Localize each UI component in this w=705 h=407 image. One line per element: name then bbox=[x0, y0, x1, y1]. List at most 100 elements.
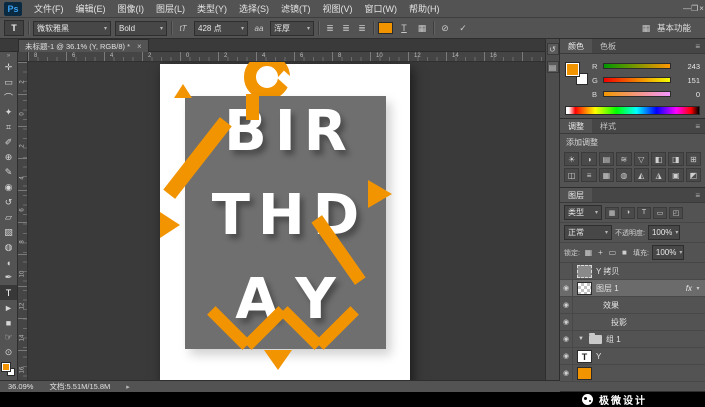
marquee-tool[interactable]: ▭ bbox=[0, 75, 18, 90]
layer-row[interactable]: Y 拷贝 bbox=[560, 263, 705, 280]
visibility-toggle[interactable]: ◉ bbox=[560, 331, 573, 347]
text-color-swatch[interactable] bbox=[378, 22, 393, 34]
collapse-toolbar-icon[interactable]: » bbox=[7, 52, 10, 60]
panel-menu-icon[interactable]: ≡ bbox=[695, 39, 705, 53]
crop-tool[interactable]: ⌗ bbox=[0, 120, 18, 135]
channel-value[interactable]: 243 bbox=[680, 62, 700, 71]
move-tool[interactable]: ✛ bbox=[0, 60, 18, 75]
foreground-background-swatches[interactable] bbox=[2, 363, 15, 376]
close-tab-icon[interactable]: × bbox=[137, 42, 142, 51]
history-panel-icon[interactable]: ↺ bbox=[547, 43, 559, 55]
status-arrow-icon[interactable]: ▸ bbox=[126, 383, 130, 391]
layer-filter-select[interactable]: 类型 ▾ bbox=[564, 205, 602, 220]
zoom-level[interactable]: 36.09% bbox=[8, 382, 33, 391]
panel-menu-icon[interactable]: ≡ bbox=[695, 188, 705, 202]
artboard-page[interactable]: BIR THD AY bbox=[160, 64, 410, 380]
layer-row[interactable]: ◉ 图层 1 fx ▾ bbox=[560, 280, 705, 297]
blur-tool[interactable]: ◍ bbox=[0, 240, 18, 255]
layer-thumbnail[interactable] bbox=[577, 265, 592, 278]
maximize-button[interactable]: ❐ bbox=[691, 0, 698, 18]
adjustment-icon[interactable]: ▽ bbox=[634, 152, 649, 166]
path-select-tool[interactable]: ► bbox=[0, 300, 18, 315]
layer-filter-icon[interactable]: ◑ bbox=[621, 207, 635, 219]
adjustment-icon[interactable]: ◧ bbox=[651, 152, 666, 166]
eyedropper-tool[interactable]: ✐ bbox=[0, 135, 18, 150]
type-tool[interactable]: T bbox=[0, 285, 18, 300]
lock-icon[interactable]: ▭ bbox=[607, 247, 618, 258]
eraser-tool[interactable]: ▱ bbox=[0, 210, 18, 225]
menu-item[interactable]: 选择(S) bbox=[233, 0, 275, 18]
adjustment-icon[interactable]: ▦ bbox=[599, 168, 614, 182]
channel-slider[interactable] bbox=[603, 63, 671, 69]
expand-group-icon[interactable]: ▼ bbox=[577, 336, 585, 342]
vertical-ruler[interactable]: 20246810121416 bbox=[18, 62, 28, 380]
adjustment-icon[interactable]: ▣ bbox=[668, 168, 683, 182]
align-right-icon[interactable]: ≣ bbox=[355, 23, 369, 34]
warp-text-icon[interactable]: T bbox=[397, 23, 411, 33]
adjustment-icon[interactable]: ◮ bbox=[651, 168, 666, 182]
canvas-area[interactable]: BIR THD AY bbox=[28, 62, 545, 380]
layer-filter-icon[interactable]: ▭ bbox=[653, 207, 667, 219]
foreground-color-swatch[interactable] bbox=[566, 63, 579, 76]
anti-alias-select[interactable]: 浑厚 ▾ bbox=[270, 21, 314, 36]
pen-tool[interactable]: ✒ bbox=[0, 270, 18, 285]
menu-item[interactable]: 编辑(E) bbox=[70, 0, 112, 18]
zoom-tool[interactable]: ⊙ bbox=[0, 345, 18, 360]
properties-panel-icon[interactable]: ▤ bbox=[547, 61, 559, 73]
adjustment-icon[interactable]: ≋ bbox=[616, 152, 631, 166]
adjustment-icon[interactable]: ◑ bbox=[581, 152, 596, 166]
visibility-toggle[interactable]: ◉ bbox=[560, 314, 573, 330]
lock-icon[interactable]: ■ bbox=[619, 247, 630, 258]
adjustment-icon[interactable]: ▤ bbox=[599, 152, 614, 166]
align-left-icon[interactable]: ≣ bbox=[323, 23, 337, 34]
foreground-color-swatch[interactable] bbox=[2, 363, 10, 371]
dodge-tool[interactable]: ◖ bbox=[0, 255, 18, 270]
ruler-origin-corner[interactable] bbox=[18, 52, 28, 62]
layer-thumbnail[interactable] bbox=[577, 367, 592, 380]
tab-adjustments[interactable]: 调整 bbox=[560, 119, 592, 133]
lock-icon[interactable]: ▦ bbox=[583, 247, 594, 258]
shape-tool[interactable]: ■ bbox=[0, 315, 18, 330]
menu-item[interactable]: 图层(L) bbox=[150, 0, 191, 18]
font-style-select[interactable]: Bold ▾ bbox=[115, 21, 167, 36]
visibility-toggle[interactable]: ◉ bbox=[560, 297, 573, 313]
text-layer-thumbnail[interactable]: T bbox=[577, 350, 592, 363]
font-family-select[interactable]: 微软雅黑 ▾ bbox=[33, 21, 111, 36]
color-panel-swatches[interactable] bbox=[566, 63, 588, 85]
color-spectrum-bar[interactable] bbox=[565, 106, 700, 115]
adjustment-icon[interactable]: ◫ bbox=[564, 168, 579, 182]
text-layer-row[interactable]: ◉ T Y bbox=[560, 348, 705, 365]
fill-select[interactable]: 100% ▾ bbox=[652, 245, 684, 260]
clone-stamp-tool[interactable]: ◉ bbox=[0, 180, 18, 195]
gradient-tool[interactable]: ▨ bbox=[0, 225, 18, 240]
channel-value[interactable]: 151 bbox=[680, 76, 700, 85]
document-tab[interactable]: 未标题-1 @ 36.1% (Y, RGB/8) * × bbox=[18, 39, 149, 52]
lock-icon[interactable]: + bbox=[595, 247, 606, 258]
cancel-edits-icon[interactable]: ⊘ bbox=[438, 23, 452, 34]
tab-swatches[interactable]: 色板 bbox=[592, 39, 624, 53]
tab-layers[interactable]: 图层 bbox=[560, 188, 592, 202]
channel-slider[interactable] bbox=[603, 77, 671, 83]
history-brush-tool[interactable]: ↺ bbox=[0, 195, 18, 210]
blend-mode-select[interactable]: 正常 ▾ bbox=[564, 225, 612, 240]
layer-thumbnail[interactable] bbox=[577, 282, 592, 295]
layer-effects-icon[interactable]: fx bbox=[686, 284, 692, 293]
align-center-icon[interactable]: ≣ bbox=[339, 23, 353, 34]
menu-item[interactable]: 视图(V) bbox=[317, 0, 359, 18]
tab-styles[interactable]: 样式 bbox=[592, 119, 624, 133]
font-size-select[interactable]: 428 点 ▾ bbox=[194, 21, 248, 36]
adjustment-icon[interactable]: ◭ bbox=[634, 168, 649, 182]
channel-value[interactable]: 0 bbox=[680, 90, 700, 99]
minimize-button[interactable]: — bbox=[683, 0, 691, 18]
layer-filter-icon[interactable]: T bbox=[637, 207, 651, 219]
menu-item[interactable]: 窗口(W) bbox=[359, 0, 404, 18]
commit-edits-icon[interactable]: ✓ bbox=[456, 23, 470, 34]
visibility-toggle[interactable] bbox=[560, 263, 573, 279]
close-button[interactable]: × bbox=[698, 0, 705, 18]
panel-menu-icon[interactable]: ≡ bbox=[695, 119, 705, 133]
layer-filter-icon[interactable]: ▦ bbox=[605, 207, 619, 219]
adjustment-icon[interactable]: ⊞ bbox=[686, 152, 701, 166]
menu-item[interactable]: 文件(F) bbox=[28, 0, 70, 18]
adjustment-icon[interactable]: ◨ bbox=[668, 152, 683, 166]
type-tool-preset-icon[interactable]: T bbox=[4, 20, 24, 36]
